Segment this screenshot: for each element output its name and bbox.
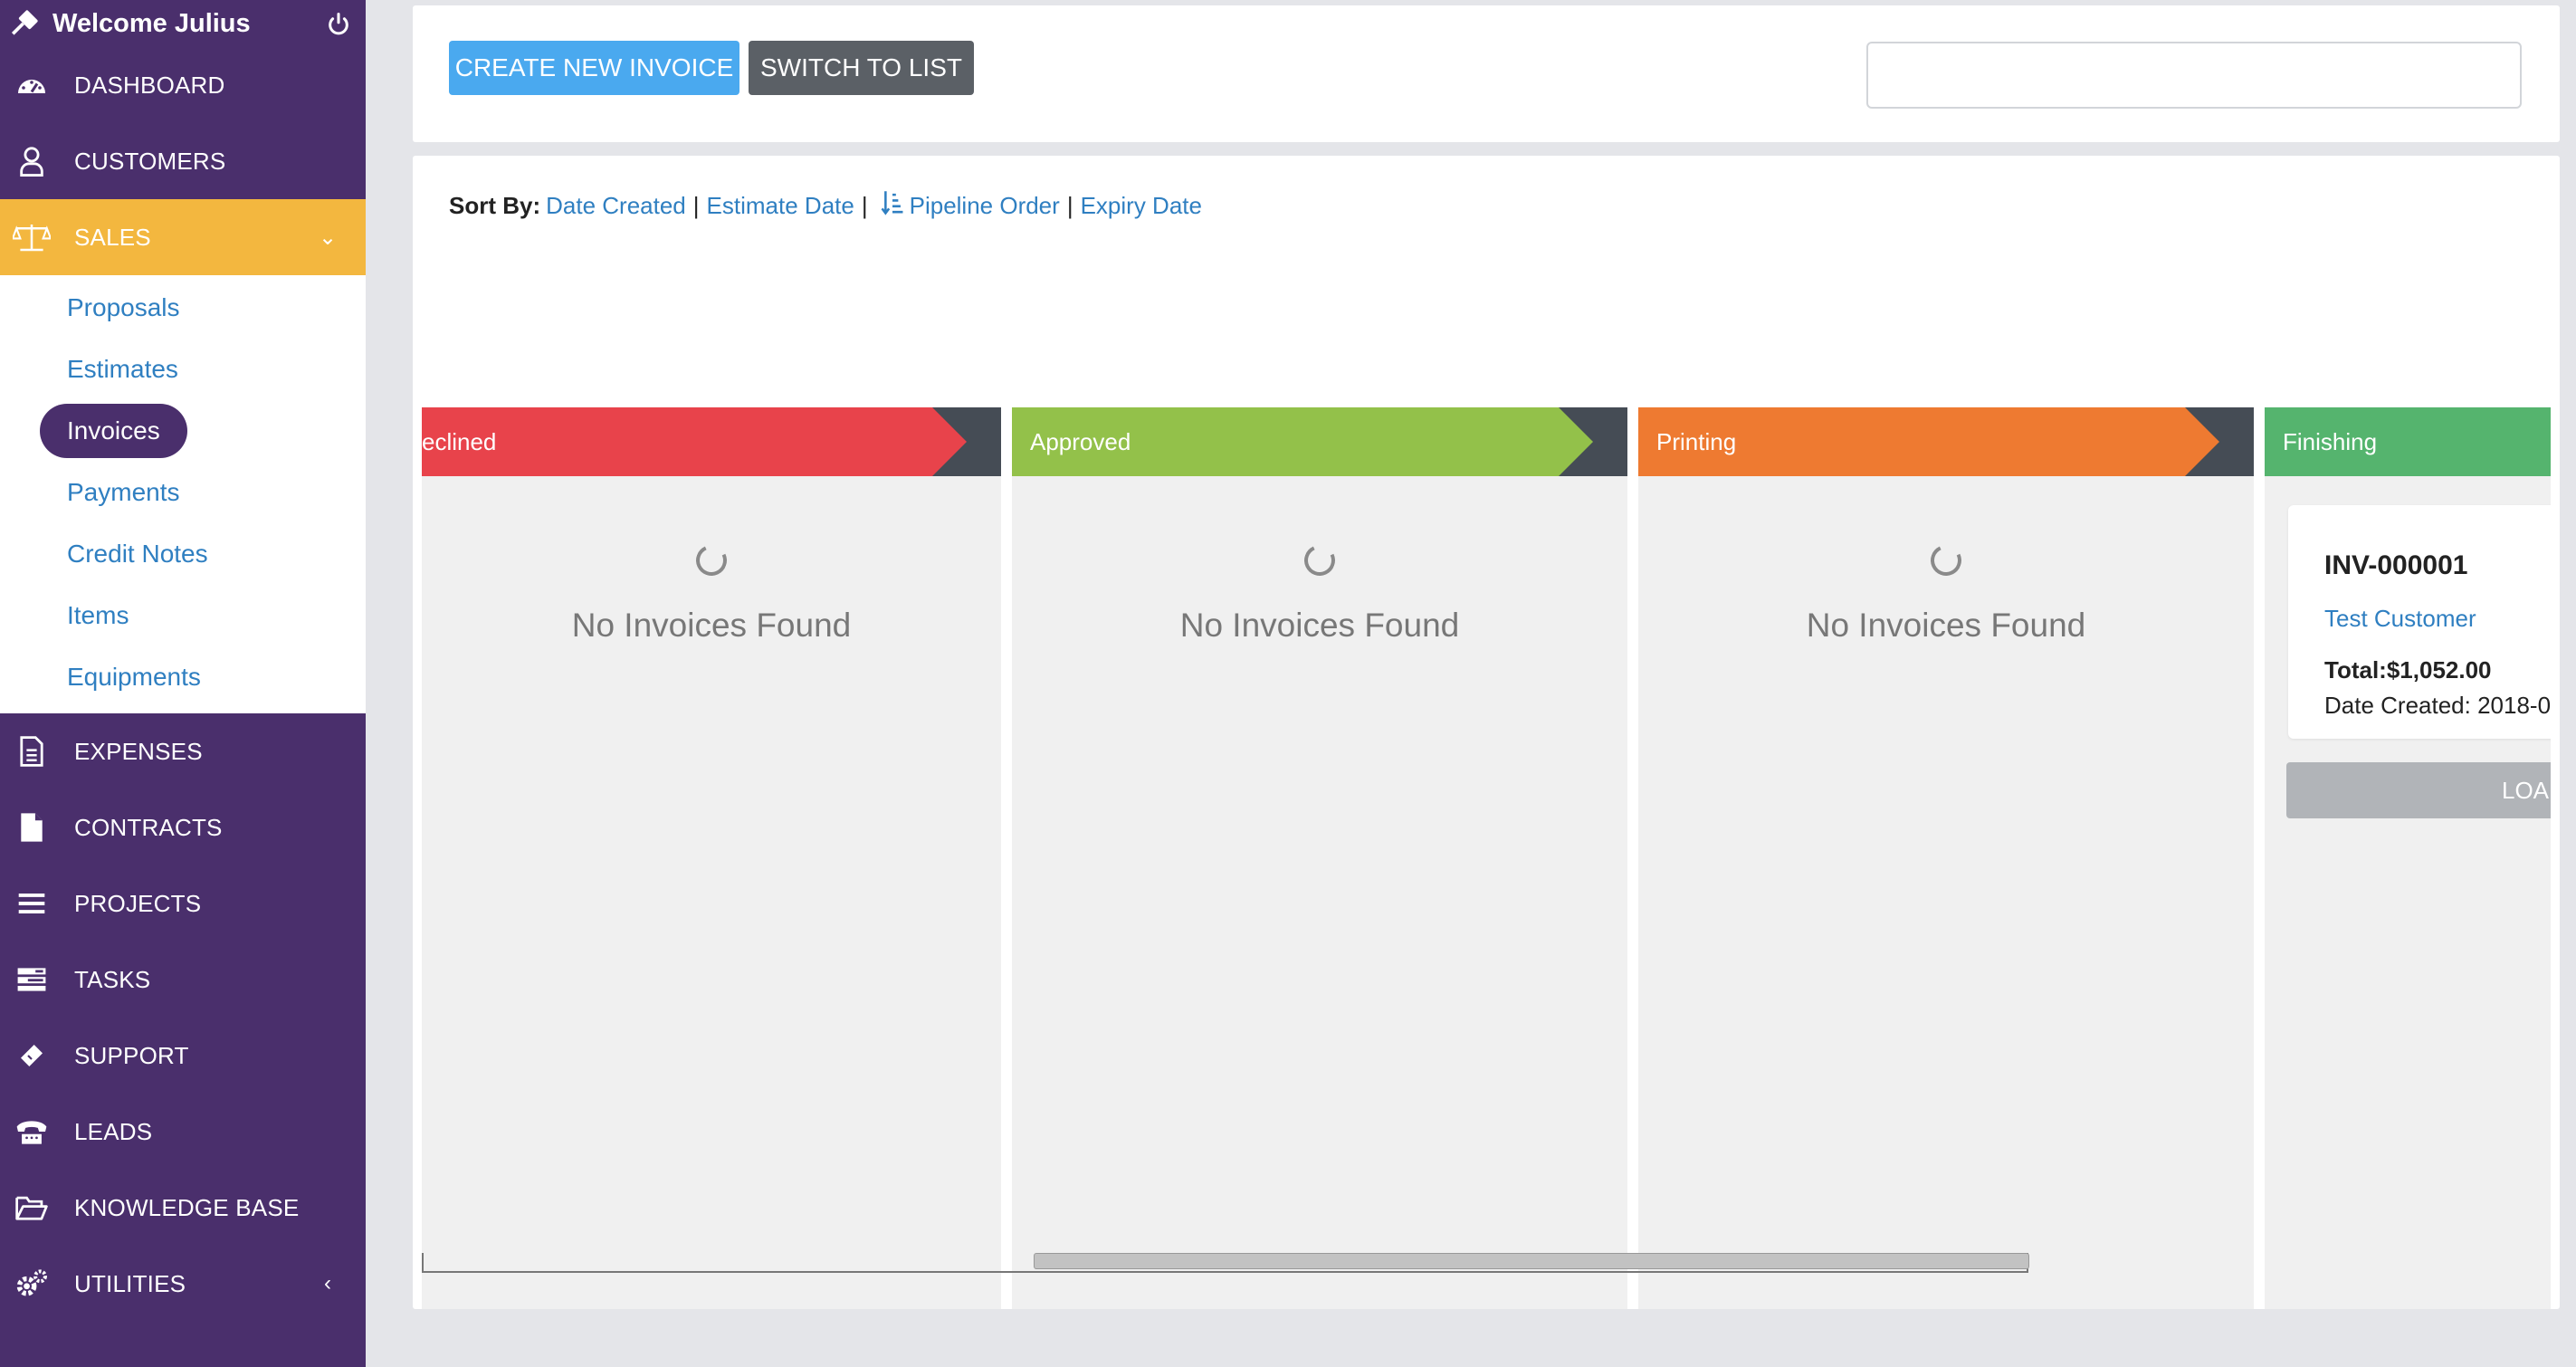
sidebar-item-contracts[interactable]: CONTRACTS — [0, 789, 366, 865]
power-icon[interactable] — [326, 11, 351, 36]
invoice-card[interactable]: INV-000001 Test Customer Total:$1,052.00… — [2288, 505, 2551, 739]
empty-message: No Invoices Found — [571, 607, 852, 644]
column-title: eclined — [422, 427, 497, 455]
gavel-icon — [9, 8, 40, 39]
submenu-item-invoices[interactable]: Invoices — [0, 400, 366, 462]
create-new-invoice-button[interactable]: CREATE NEW INVOICE — [449, 41, 739, 95]
submenu-item-label: Equipments — [67, 663, 201, 691]
arrow-tip — [932, 407, 1001, 476]
sort-date-created-link[interactable]: Date Created — [546, 192, 686, 220]
kanban-column-approved: Approved No Invoices Found — [1012, 407, 1627, 1309]
invoice-number: INV-000001 — [2324, 550, 2468, 580]
submenu-item-equipments[interactable]: Equipments — [0, 646, 366, 708]
load-more-button[interactable]: LOAD MORE — [2286, 762, 2551, 818]
sidebar-item-leads[interactable]: LEADS — [0, 1094, 366, 1170]
column-header: eclined — [422, 407, 1001, 476]
scrollbar-thumb[interactable] — [1034, 1253, 2029, 1269]
kanban-panel: Sort By: Date Created | Estimate Date | … — [413, 156, 2560, 1309]
sort-estimate-date-link[interactable]: Estimate Date — [707, 192, 854, 220]
sidebar-item-support[interactable]: SUPPORT — [0, 1018, 366, 1094]
sidebar-item-label: SALES — [74, 223, 151, 251]
file-icon — [13, 811, 51, 844]
separator: | — [692, 192, 700, 219]
sidebar-item-utilities[interactable]: UTILITIES ‹ — [0, 1246, 366, 1322]
kanban-column-finishing: Finishing INV-000001 Test Customer Total… — [2265, 407, 2551, 1309]
column-header: Printing — [1638, 407, 2254, 476]
submenu-item-payments[interactable]: Payments — [0, 462, 366, 523]
sidebar-item-customers[interactable]: CUSTOMERS — [0, 123, 366, 199]
file-text-icon — [13, 735, 51, 768]
submenu-item-label: Proposals — [67, 293, 180, 321]
ticket-icon — [13, 1039, 51, 1072]
search-input[interactable] — [1866, 42, 2522, 109]
sidebar-item-label: TASKS — [74, 965, 151, 993]
sidebar-item-knowledge-base[interactable]: KNOWLEDGE BASE — [0, 1170, 366, 1246]
column-title: Approved — [1030, 427, 1131, 455]
invoice-date: Date Created: 2018-02 — [2324, 692, 2551, 719]
separator: | — [861, 192, 868, 219]
horizontal-scrollbar[interactable] — [422, 1253, 2029, 1273]
kanban-column-declined: eclined No Invoices Found — [422, 407, 1001, 1309]
sort-label: Sort By: — [449, 192, 541, 219]
empty-message: No Invoices Found — [1179, 607, 1460, 644]
sidebar-item-expenses[interactable]: EXPENSES — [0, 713, 366, 789]
submenu-item-label: Invoices — [40, 404, 187, 458]
bars-icon — [13, 887, 51, 920]
folder-open-icon — [13, 1191, 51, 1224]
sidebar-item-label: DASHBOARD — [74, 71, 225, 99]
sidebar-item-label: CONTRACTS — [74, 813, 223, 841]
submenu-item-proposals[interactable]: Proposals — [0, 277, 366, 339]
sidebar-item-label: PROJECTS — [74, 889, 202, 917]
submenu-item-items[interactable]: Items — [0, 585, 366, 646]
sidebar-header: Welcome Julius — [0, 0, 366, 47]
sidebar: Welcome Julius DASHBOARD CUSTOMERS SALES… — [0, 0, 366, 1367]
kanban-column-printing: Printing No Invoices Found — [1638, 407, 2254, 1309]
submenu-item-label: Items — [67, 601, 129, 629]
separator: | — [1066, 192, 1073, 219]
sidebar-item-label: EXPENSES — [74, 737, 203, 765]
sidebar-item-dashboard[interactable]: DASHBOARD — [0, 47, 366, 123]
chevron-down-icon: ⌄ — [318, 225, 338, 250]
sidebar-item-label: KNOWLEDGE BASE — [74, 1193, 300, 1221]
dashboard-icon — [13, 69, 51, 101]
chevron-left-icon: ‹ — [324, 1271, 331, 1295]
column-header: Finishing — [2265, 407, 2551, 476]
switch-to-list-button[interactable]: SWITCH TO LIST — [749, 41, 974, 95]
sort-pipeline-order-link[interactable]: Pipeline Order — [910, 192, 1060, 220]
cogs-icon — [13, 1267, 51, 1300]
loading-spinner-icon — [1926, 540, 1966, 580]
sort-amount-icon — [881, 190, 904, 222]
toolbar-panel: CREATE NEW INVOICE SWITCH TO LIST — [413, 5, 2560, 142]
column-title: Finishing — [2283, 427, 2378, 455]
arrow-tip — [2185, 407, 2254, 476]
sidebar-item-label: SUPPORT — [74, 1041, 189, 1069]
empty-message: No Invoices Found — [1806, 607, 2086, 644]
sales-submenu: Proposals Estimates Invoices Payments Cr… — [0, 275, 366, 713]
submenu-item-credit-notes[interactable]: Credit Notes — [0, 523, 366, 585]
submenu-item-label: Payments — [67, 478, 180, 506]
customer-link[interactable]: Test Customer — [2324, 605, 2551, 633]
balance-scale-icon — [13, 221, 51, 253]
submenu-item-label: Credit Notes — [67, 540, 208, 568]
tasks-icon — [13, 963, 51, 996]
column-title: Printing — [1656, 427, 1737, 455]
sidebar-item-projects[interactable]: PROJECTS — [0, 865, 366, 942]
sidebar-item-label: LEADS — [74, 1117, 153, 1145]
arrow-tip — [1559, 407, 1627, 476]
sidebar-item-sales[interactable]: SALES ⌄ — [0, 199, 366, 275]
sidebar-item-label: UTILITIES — [74, 1269, 186, 1297]
invoice-total: Total:$1,052.00 — [2324, 656, 2492, 684]
user-icon — [13, 145, 51, 177]
sort-expiry-date-link[interactable]: Expiry Date — [1081, 192, 1202, 220]
welcome-text: Welcome Julius — [52, 8, 251, 38]
sidebar-item-tasks[interactable]: TASKS — [0, 942, 366, 1018]
sidebar-item-label: CUSTOMERS — [74, 147, 226, 175]
sort-bar: Sort By: Date Created | Estimate Date | … — [449, 190, 1202, 222]
submenu-item-label: Estimates — [67, 355, 178, 383]
loading-spinner-icon — [1300, 540, 1340, 580]
loading-spinner-icon — [692, 540, 731, 580]
phone-icon — [13, 1115, 51, 1148]
submenu-item-estimates[interactable]: Estimates — [0, 339, 366, 400]
column-header: Approved — [1012, 407, 1627, 476]
